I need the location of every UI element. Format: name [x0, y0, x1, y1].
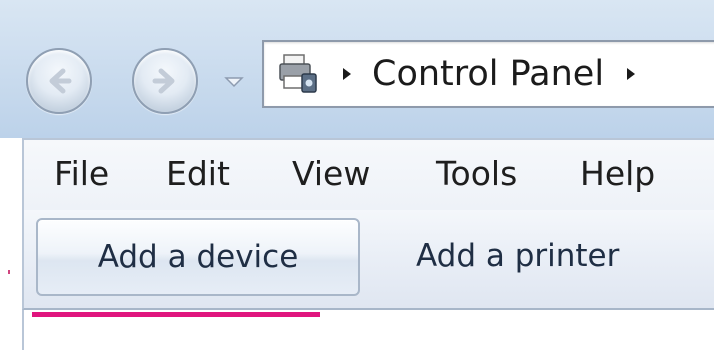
back-button[interactable]	[26, 48, 92, 114]
menu-help[interactable]: Help	[580, 154, 655, 193]
recent-pages-dropdown[interactable]	[222, 72, 246, 92]
window-chrome: Control Panel	[0, 0, 714, 138]
add-device-label: Add a device	[97, 239, 299, 275]
breadcrumb-separator-icon[interactable]	[340, 66, 354, 82]
forward-button[interactable]	[132, 48, 198, 114]
menu-bar: File Edit View Tools Help	[22, 138, 714, 210]
menu-view[interactable]: View	[292, 154, 370, 193]
chevron-down-icon	[224, 77, 244, 88]
forward-arrow-icon	[152, 68, 175, 94]
devices-and-printers-icon	[278, 52, 318, 96]
explorer-window: Control Panel File Edit View Tools Help …	[0, 0, 714, 350]
back-arrow-icon	[49, 68, 72, 94]
menu-edit[interactable]: Edit	[166, 154, 230, 193]
add-device-button[interactable]: Add a device	[36, 218, 360, 296]
edge-mark	[8, 270, 10, 274]
highlight-underline	[32, 312, 320, 317]
add-printer-button[interactable]: Add a printer	[416, 238, 619, 274]
address-bar[interactable]: Control Panel	[262, 40, 714, 108]
menu-tools[interactable]: Tools	[436, 154, 517, 193]
menu-file[interactable]: File	[54, 154, 109, 193]
breadcrumb-separator-icon[interactable]	[624, 66, 638, 82]
command-bar: Add a device Add a printer	[22, 210, 714, 310]
breadcrumb-control-panel[interactable]: Control Panel	[372, 54, 604, 94]
